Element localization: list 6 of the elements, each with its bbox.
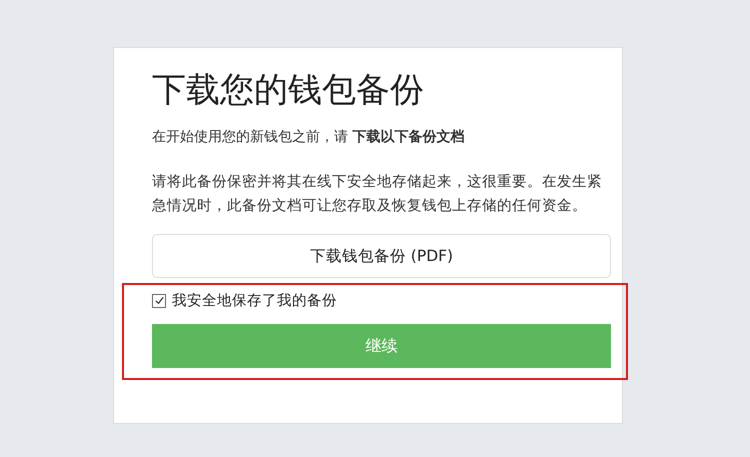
download-button[interactable]: 下载钱包备份 (PDF) [152,234,611,278]
page-title: 下载您的钱包备份 [152,69,425,112]
intro-text: 在开始使用您的新钱包之前，请 下载以下备份文档 [152,128,466,146]
checkbox-label: 我安全地保存了我的备份 [172,292,337,310]
note-text: 请将此备份保密并将其在线下安全地存储起来，这很重要。在发生紧急情况时，此备份文档可让您存取及恢复钱包上存储的任何资金。 [152,172,602,216]
checkbox[interactable] [152,294,166,308]
